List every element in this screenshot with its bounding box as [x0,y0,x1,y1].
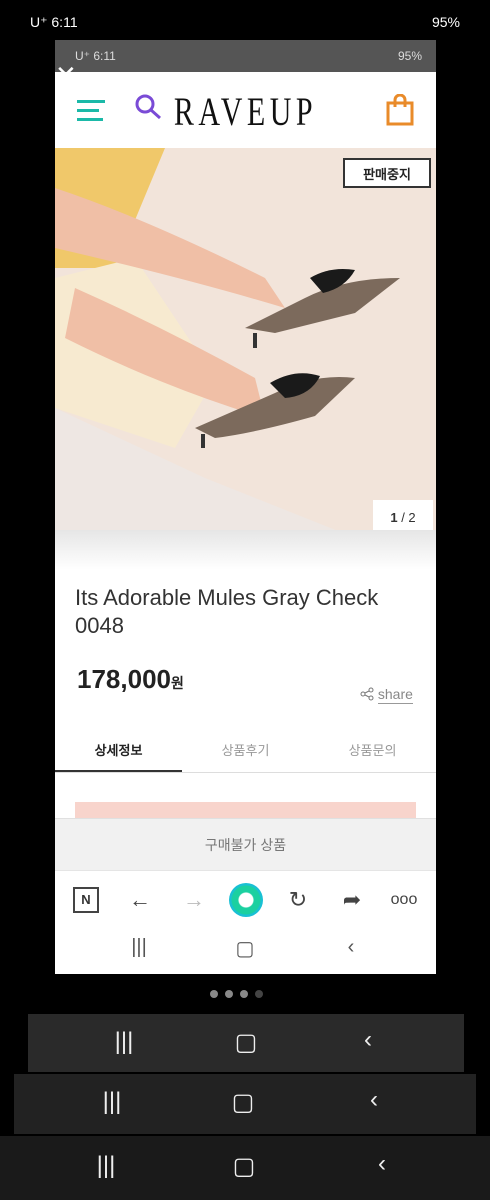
purchase-unavailable-bar: 구매불가 상품 [55,818,436,871]
shopping-bag-icon[interactable] [385,94,415,126]
home-icon[interactable]: ▢ [224,1152,264,1181]
tab-detail-info[interactable]: 상세정보 [55,730,182,772]
sale-stopped-badge: 판매중지 [343,158,431,188]
phone-screen: U⁺ 6:11 95% RAVEUP 판매중지 1 / 2 Its Adorab… [55,40,436,974]
system-nav-bar: ||| ▢ ‹ [0,1136,490,1200]
page-dot [255,990,263,998]
outer-status-bar: U⁺ 6:11 95% [0,0,490,44]
home-icon[interactable]: ▢ [226,1028,266,1057]
more-dots-icon[interactable]: ooo [389,885,419,915]
system-nav-bar: ||| ▢ ‹ [28,1014,464,1072]
naver-green-dot-icon[interactable] [229,883,263,917]
naver-n-icon[interactable]: N [73,887,99,913]
home-icon[interactable]: ▢ [223,1088,263,1117]
tab-inquiries[interactable]: 상품문의 [309,730,436,772]
share-icon [360,687,374,701]
back-icon[interactable]: ‹ [331,936,371,959]
tab-reviews[interactable]: 상품후기 [182,730,309,772]
share-label: share [377,686,413,704]
recent-apps-icon[interactable]: ||| [104,1028,144,1056]
share-button[interactable]: share [360,686,413,704]
recent-apps-icon[interactable]: ||| [92,1088,132,1116]
price-row: 178,000원 [77,664,184,695]
refresh-icon[interactable]: ↻ [283,885,313,915]
browser-toolbar: N ← → ↻ ➦ ooo [55,870,436,929]
site-header: RAVEUP [55,72,436,148]
forward-arrow-icon[interactable]: → [179,885,209,915]
page-dot [210,990,218,998]
product-price: 178,000 [77,664,171,694]
outer-status-battery: 95% [431,14,460,30]
back-arrow-icon[interactable]: ← [125,885,155,915]
share-arrow-icon[interactable]: ➦ [337,885,367,915]
menu-icon[interactable] [77,98,105,122]
home-icon[interactable]: ▢ [225,936,265,961]
page-dot [240,990,248,998]
outer-status-left: U⁺ 6:11 [30,14,78,30]
page-indicator [210,985,270,1003]
image-counter-current: 1 [390,510,398,525]
back-icon[interactable]: ‹ [348,1026,388,1054]
close-icon[interactable]: ✕ [55,62,77,88]
page-dot [225,990,233,998]
recent-apps-icon[interactable]: ||| [86,1152,126,1180]
back-icon[interactable]: ‹ [362,1150,402,1178]
product-image[interactable]: 판매중지 1 / 2 [55,148,436,570]
active-tab-underline [55,770,182,772]
product-title: Its Adorable Mules Gray Check 0048 [75,585,379,638]
image-counter-total: / 2 [401,510,416,525]
price-unit: 원 [170,675,184,691]
product-tabs: 상세정보 상품후기 상품문의 [55,730,436,773]
recent-apps-icon[interactable]: ||| [119,936,159,959]
back-icon[interactable]: ‹ [354,1086,394,1114]
system-nav-bar: ||| ▢ ‹ [14,1074,476,1134]
raveup-logo[interactable]: RAVEUP [103,88,389,135]
inner-status-battery: 95% [397,49,422,63]
inner-system-nav: ||| ▢ ‹ [55,928,436,974]
inner-status-left: U⁺ 6:11 [75,49,116,63]
image-shadow [55,530,436,570]
inner-status-bar: U⁺ 6:11 95% [55,40,436,72]
